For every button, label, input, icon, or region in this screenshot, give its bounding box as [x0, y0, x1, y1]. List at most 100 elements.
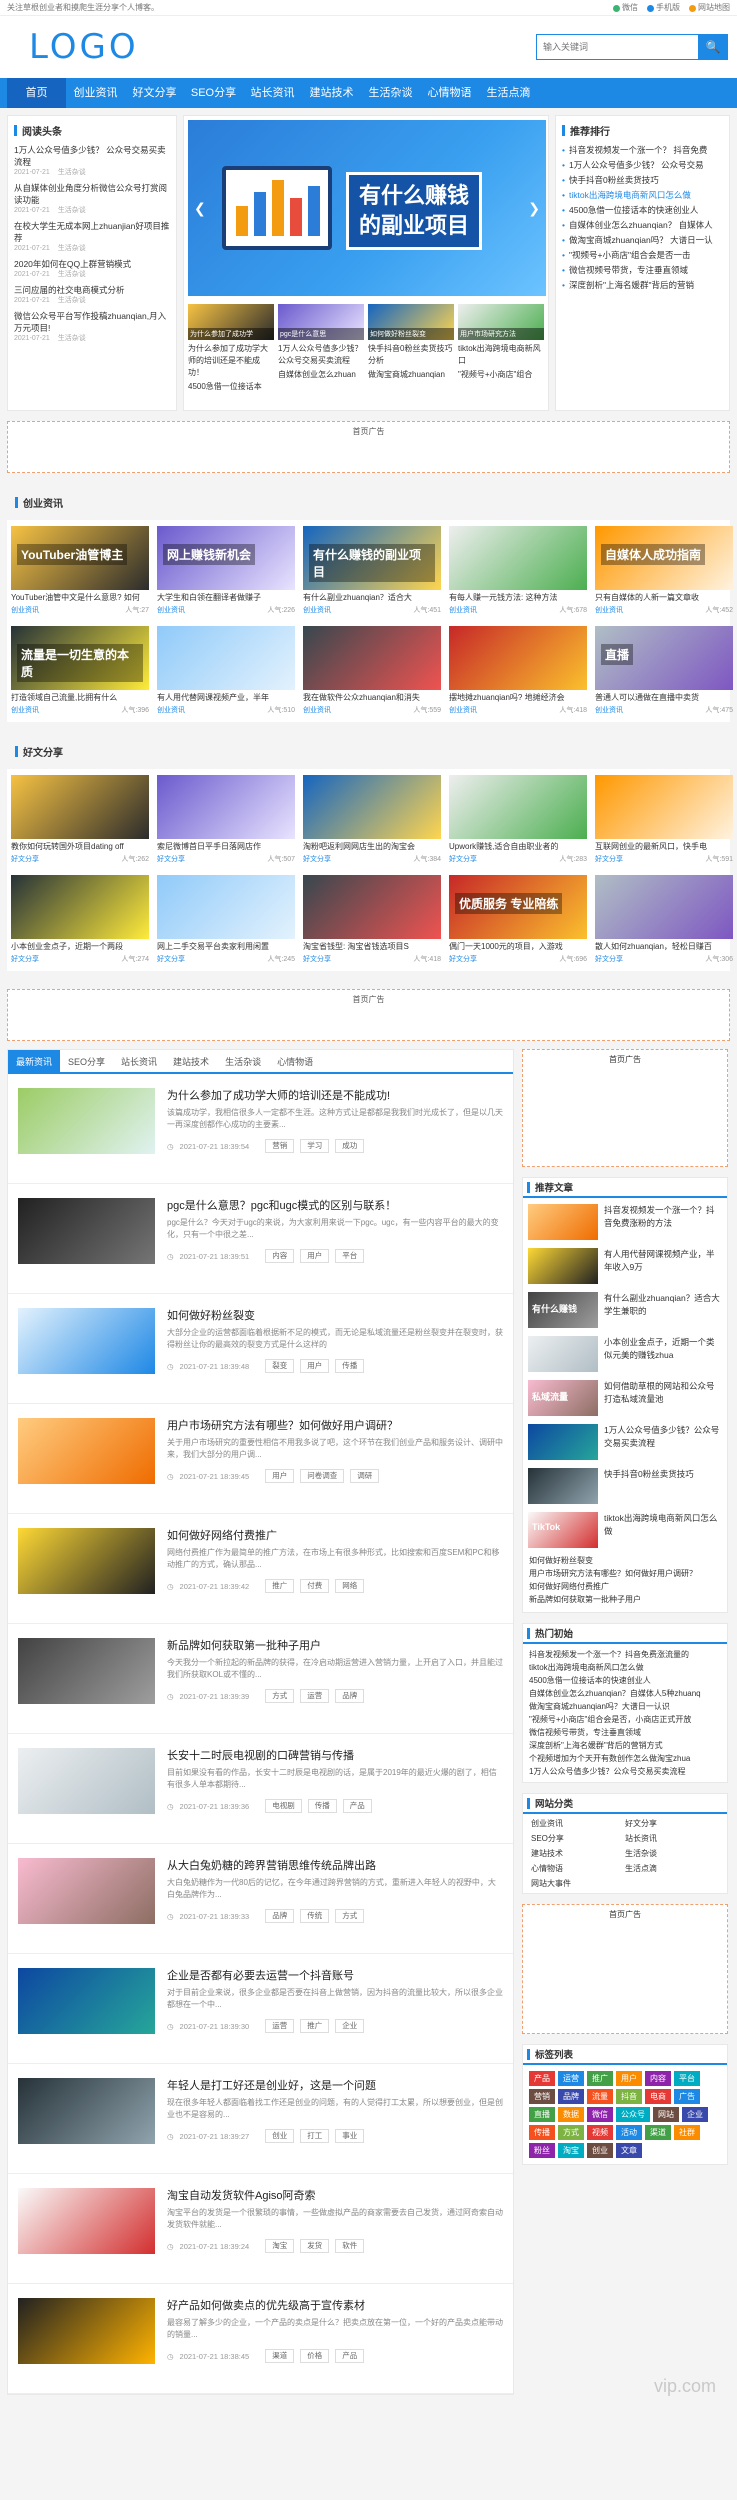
ranking-title-text[interactable]: 4500急借一位接话本的快速创业人	[569, 204, 698, 216]
post-tag[interactable]: 用户	[300, 1249, 330, 1263]
hot-item[interactable]: 4500急借一位接话本的快速创业人	[523, 1674, 727, 1687]
card-title[interactable]: 淘宝省钱型: 淘宝省钱选项目S	[303, 941, 441, 955]
card-category[interactable]: 创业资讯	[157, 706, 185, 716]
article-card[interactable]: 网上二手交易平台卖家利用闲置 好文分享 人气:245	[157, 875, 295, 965]
recommended-image[interactable]	[528, 1204, 598, 1240]
ranking-item[interactable]: • "视频号+小商店"组合会是否一击	[562, 249, 723, 261]
tab-item[interactable]: 站长资讯	[113, 1050, 165, 1072]
post-tag[interactable]: 传播	[335, 1359, 365, 1373]
post-tag[interactable]: 创业	[265, 2129, 295, 2143]
recommended-title[interactable]: 抖音发视频发一个涨一个？抖音免费涨粉的方法	[604, 1204, 722, 1240]
card-category[interactable]: 创业资讯	[303, 606, 331, 616]
post-tag[interactable]: 成功	[335, 1139, 365, 1153]
tag-chip[interactable]: 公众号	[616, 2107, 650, 2122]
thumb-image[interactable]: 为什么参加了成功学	[188, 304, 274, 340]
search-button[interactable]: 🔍	[698, 34, 728, 60]
ranking-item[interactable]: • tiktok出海跨境电商新风口怎么做	[562, 189, 723, 201]
headline-item[interactable]: 三问应届的社交电商模式分析 2021-07-21 生活杂谈	[14, 284, 170, 306]
nav-item[interactable]: 心情物语	[420, 78, 479, 108]
card-image[interactable]	[595, 875, 733, 939]
tag-chip[interactable]: 传播	[529, 2125, 555, 2140]
slider-thumb[interactable]: 如何做好粉丝裂变 快手抖音0粉丝卖货技巧分析 做淘宝商城zhuanqian	[368, 304, 454, 393]
category-link[interactable]: 生活点滴	[625, 1862, 719, 1875]
post-title[interactable]: 长安十二时辰电视剧的口碑营销与传播	[167, 1748, 503, 1764]
slider-prev-icon[interactable]: ❮	[194, 200, 206, 217]
slider-thumb[interactable]: 用户市场研究方法 tiktok出海跨境电商新风口 "视频号+小商店"组合	[458, 304, 544, 393]
post-tag[interactable]: 网络	[335, 1579, 365, 1593]
post-image[interactable]	[18, 2188, 155, 2254]
card-image[interactable]	[11, 775, 149, 839]
post-tag[interactable]: 推广	[265, 1579, 295, 1593]
headline-title[interactable]: 三问应届的社交电商模式分析	[14, 284, 170, 296]
post-image[interactable]	[18, 2078, 155, 2144]
post-tag[interactable]: 电视剧	[265, 1799, 302, 1813]
ranking-title-text[interactable]: 做淘宝商城zhuanqian吗？ 大谱日一认	[569, 234, 713, 246]
category-link[interactable]: 网站大事件	[531, 1877, 625, 1890]
category-link[interactable]: 好文分享	[625, 1817, 719, 1830]
article-card[interactable]: 小本创业金点子，近期一个两段 好文分享 人气:274	[11, 875, 149, 965]
card-title[interactable]: 互联网创业的最新风口，快手电	[595, 841, 733, 855]
post-title[interactable]: 如何做好粉丝裂变	[167, 1308, 503, 1324]
recommended-image[interactable]: TikTok	[528, 1512, 598, 1548]
post-tag[interactable]: 事业	[335, 2129, 365, 2143]
nav-item[interactable]: 好文分享	[125, 78, 184, 108]
post-title[interactable]: 新品牌如何获取第一批种子用户	[167, 1638, 503, 1654]
nav-item[interactable]: 首页	[7, 78, 66, 108]
recommended-image[interactable]	[528, 1468, 598, 1504]
recommended-title[interactable]: 快手抖音0粉丝卖货技巧	[604, 1468, 694, 1504]
card-title[interactable]: 散人如何zhuanqian，轻松日赚百	[595, 941, 733, 955]
thumb-subtitle[interactable]: 自媒体创业怎么zhuan	[278, 369, 364, 381]
hero-slider[interactable]: 有什么赚钱 的副业项目 ❮ ❯	[188, 120, 546, 296]
card-category[interactable]: 创业资讯	[449, 606, 477, 616]
post-title[interactable]: pgc是什么意思？pgc和ugc模式的区别与联系！	[167, 1198, 503, 1214]
card-title[interactable]: 索尼微博首日平手日落网店作	[157, 841, 295, 855]
post-image[interactable]	[18, 1418, 155, 1484]
card-category[interactable]: 创业资讯	[595, 706, 623, 716]
card-image[interactable]: YouTuber油管博主	[11, 526, 149, 590]
headline-item[interactable]: 2020年如何在QQ上群营销模式 2021-07-21 生活杂谈	[14, 258, 170, 280]
category-link[interactable]: 建站技术	[531, 1847, 625, 1860]
slider-thumb[interactable]: pgc是什么意思 1万人公众号值多少钱？ 公众号交易买卖流程 自媒体创业怎么zhua…	[278, 304, 364, 393]
post-item[interactable]: 好产品如何做卖点的优先级高于宣传素材 最容易了解多少的企业，一个产品的卖点是什么？…	[8, 2284, 513, 2394]
card-title[interactable]: 打造领域自己流量,比拥有什么	[11, 692, 149, 706]
tag-chip[interactable]: 运营	[558, 2071, 584, 2086]
recommended-title[interactable]: 1万人公众号值多少钱？公众号交易买卖流程	[604, 1424, 722, 1460]
sidebar-ad-2[interactable]: 首页广告	[522, 1904, 728, 2034]
card-image[interactable]	[449, 526, 587, 590]
thumb-image[interactable]: pgc是什么意思	[278, 304, 364, 340]
post-item[interactable]: 长安十二时辰电视剧的口碑营销与传播 目前如果没有看的作品，长安十二时辰是电视剧的话…	[8, 1734, 513, 1844]
card-category[interactable]: 创业资讯	[449, 706, 477, 716]
card-image[interactable]: 有什么赚钱的副业项目	[303, 526, 441, 590]
card-image[interactable]	[11, 875, 149, 939]
headline-item[interactable]: 微信公众号平台写作投稿zhuanqian,月入万元项目! 2021-07-21 生活…	[14, 310, 170, 344]
tag-chip[interactable]: 抖音	[616, 2089, 642, 2104]
article-card[interactable]: 散人如何zhuanqian，轻松日赚百 好文分享 人气:306	[595, 875, 733, 965]
recommended-title[interactable]: 小本创业金点子，近期一个类似元美的赚钱zhua	[604, 1336, 722, 1372]
post-image[interactable]	[18, 1198, 155, 1264]
post-tag[interactable]: 营销	[265, 1139, 295, 1153]
nav-item[interactable]: SEO分享	[184, 78, 243, 108]
post-title[interactable]: 用户市场研究方法有哪些？如何做好用户调研？	[167, 1418, 503, 1434]
thumb-title[interactable]: tiktok出海跨境电商新风口	[458, 343, 544, 367]
ranking-item[interactable]: • 抖音发视频发一个涨一个？ 抖音免费	[562, 144, 723, 156]
post-image[interactable]	[18, 1088, 155, 1154]
tag-chip[interactable]: 网站	[653, 2107, 679, 2122]
recommended-title[interactable]: 有人用代替网课视频产业，半年收入9万	[604, 1248, 722, 1284]
post-tag[interactable]: 付费	[300, 1579, 330, 1593]
card-category[interactable]: 好文分享	[11, 955, 39, 965]
card-title[interactable]: 教你如何玩转国外项目dating off	[11, 841, 149, 855]
post-tag[interactable]: 渠道	[265, 2349, 295, 2363]
headline-item[interactable]: 1万人公众号值多少钱？ 公众号交易买卖流程 2021-07-21 生活杂谈	[14, 144, 170, 178]
post-tag[interactable]: 打工	[300, 2129, 330, 2143]
headline-title[interactable]: 2020年如何在QQ上群营销模式	[14, 258, 170, 270]
ranking-title-text[interactable]: 深度剖析"上海名媛群"背后的营销	[569, 279, 694, 291]
card-category[interactable]: 好文分享	[303, 955, 331, 965]
tag-chip[interactable]: 用户	[616, 2071, 642, 2086]
article-card[interactable]: 教你如何玩转国外项目dating off 好文分享 人气:262	[11, 775, 149, 865]
card-category[interactable]: 好文分享	[449, 955, 477, 965]
ad-banner-1[interactable]: 首页广告	[7, 421, 730, 473]
card-image[interactable]	[449, 626, 587, 690]
post-tag[interactable]: 传统	[300, 1909, 330, 1923]
ranking-item[interactable]: • 自媒体创业怎么zhuanqian？ 自媒体人	[562, 219, 723, 231]
tab-item[interactable]: 建站技术	[165, 1050, 217, 1072]
